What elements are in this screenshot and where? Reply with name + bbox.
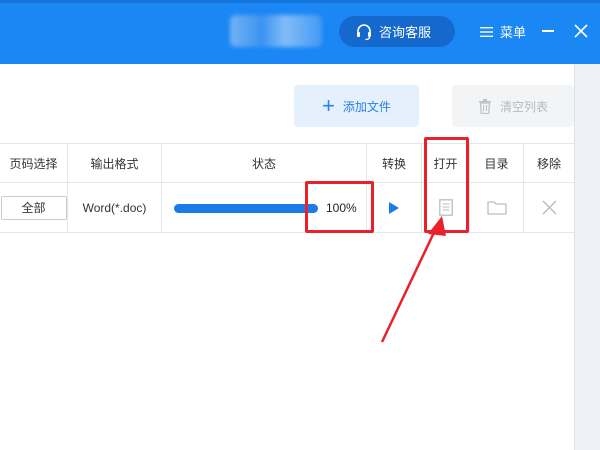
headset-icon: [357, 23, 371, 40]
table-header: 页码选择 输出格式 状态 转换 打开 目录 移除: [0, 143, 574, 183]
hamburger-icon: [480, 26, 493, 37]
window-close-icon[interactable]: [574, 24, 588, 38]
plus-icon: +: [322, 93, 335, 118]
column-header-directory: 目录: [470, 144, 524, 182]
title-bar-top-edge: [0, 0, 600, 3]
add-file-button[interactable]: + 添加文件: [294, 85, 419, 127]
column-header-open: 打开: [422, 144, 470, 182]
progress-fill: [174, 204, 318, 213]
add-file-label: 添加文件: [342, 99, 391, 114]
trash-icon: [478, 98, 491, 114]
menu-button[interactable]: 菜单: [480, 22, 526, 41]
side-strip: [574, 64, 600, 450]
conversion-progress-bar: [174, 204, 318, 213]
column-header-convert: 转换: [367, 144, 422, 182]
column-header-remove: 移除: [536, 156, 561, 171]
column-header-status: 状态: [162, 144, 367, 182]
customer-service-label: 咨询客服: [379, 25, 432, 40]
output-format-cell[interactable]: Word(*.doc): [68, 183, 162, 232]
column-header-output-format: 输出格式: [68, 144, 162, 182]
page-selection-select[interactable]: 全部: [0, 195, 67, 220]
close-icon[interactable]: [541, 200, 557, 215]
annotation-arrow: [380, 216, 446, 343]
directory-cell: [470, 183, 524, 232]
remove-cell: [524, 183, 574, 232]
title-bar: 咨询客服 菜单: [0, 0, 600, 64]
customer-service-button[interactable]: 咨询客服: [339, 16, 455, 47]
progress-percentage: 100%: [326, 201, 357, 215]
folder-icon[interactable]: [486, 200, 507, 215]
clear-list-label: 清空列表: [499, 99, 548, 114]
page-selection-cell: 全部: [0, 183, 68, 232]
column-header-page-selection: 页码选择: [0, 144, 68, 182]
minimize-button[interactable]: [542, 30, 554, 32]
menu-label: 菜单: [500, 25, 527, 40]
clear-list-button[interactable]: 清空列表: [452, 85, 574, 127]
blurred-username: [230, 15, 322, 47]
